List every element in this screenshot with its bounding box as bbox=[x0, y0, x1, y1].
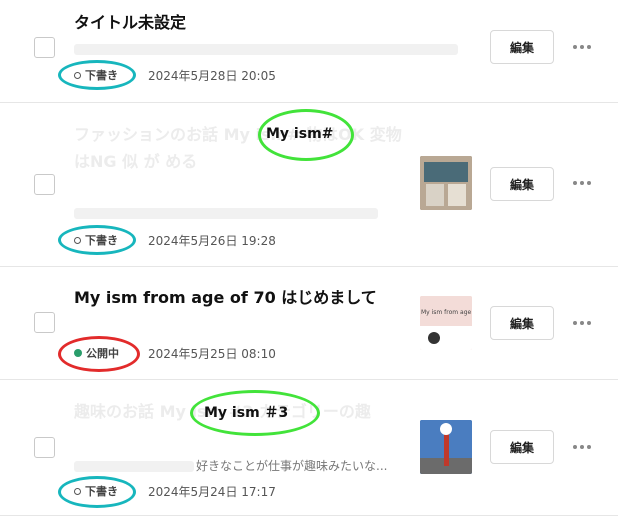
edit-button[interactable]: 編集 bbox=[490, 306, 554, 340]
article-thumbnail bbox=[420, 156, 472, 210]
article-title[interactable]: My ism from age of 70 はじめまして bbox=[74, 285, 386, 311]
more-options-icon[interactable] bbox=[573, 318, 595, 328]
excerpt-placeholder bbox=[74, 44, 458, 55]
row-divider bbox=[0, 515, 618, 516]
article-thumbnail bbox=[420, 420, 472, 474]
annotation-circle bbox=[258, 109, 354, 161]
row-divider bbox=[0, 102, 618, 103]
more-options-icon[interactable] bbox=[573, 178, 595, 188]
row-divider bbox=[0, 379, 618, 380]
article-date: 2024年5月26日 19:28 bbox=[148, 234, 276, 248]
annotation-circle bbox=[58, 476, 136, 508]
annotation-circle bbox=[58, 225, 136, 255]
article-checkbox[interactable] bbox=[34, 37, 55, 58]
article-date: 2024年5月28日 20:05 bbox=[148, 69, 276, 83]
annotation-circle bbox=[58, 336, 140, 372]
article-excerpt: 好きなことが仕事が趣味みたいな... bbox=[196, 459, 388, 473]
article-checkbox[interactable] bbox=[34, 312, 55, 333]
excerpt-placeholder bbox=[74, 461, 194, 472]
edit-button[interactable]: 編集 bbox=[490, 30, 554, 64]
excerpt-placeholder bbox=[74, 208, 378, 219]
annotation-circle bbox=[190, 390, 320, 436]
more-options-icon[interactable] bbox=[573, 442, 595, 452]
more-options-icon[interactable] bbox=[573, 42, 595, 52]
edit-button[interactable]: 編集 bbox=[490, 430, 554, 464]
edit-button[interactable]: 編集 bbox=[490, 167, 554, 201]
article-title[interactable]: ファッションのお話 My ism# 物はOK 変物はNG 似 が める bbox=[74, 121, 404, 175]
article-date: 2024年5月25日 08:10 bbox=[148, 347, 276, 361]
article-thumbnail: My ism from age bbox=[420, 296, 472, 350]
article-checkbox[interactable] bbox=[34, 174, 55, 195]
thumbnail-caption: My ism from age bbox=[421, 309, 472, 316]
article-date: 2024年5月24日 17:17 bbox=[148, 485, 276, 499]
article-title[interactable]: タイトル未設定 bbox=[74, 10, 186, 36]
annotation-circle bbox=[58, 60, 136, 90]
article-checkbox[interactable] bbox=[34, 437, 55, 458]
row-divider bbox=[0, 266, 618, 267]
